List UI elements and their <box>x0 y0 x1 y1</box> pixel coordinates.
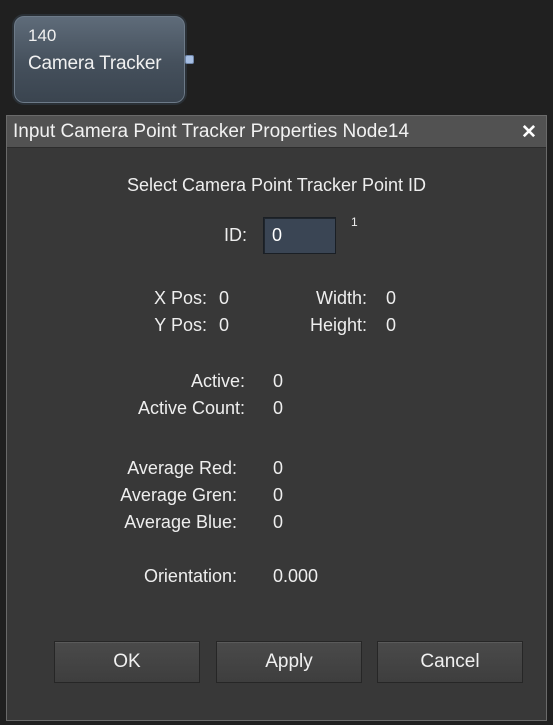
node-name: Camera Tracker <box>28 53 162 74</box>
x-pos-value: 0 <box>219 288 230 308</box>
dialog-titlebar[interactable]: Input Camera Point Tracker Properties No… <box>7 116 546 148</box>
width-value: 0 <box>386 288 397 308</box>
id-label: ID: <box>223 225 247 245</box>
orientation-value: 0.000 <box>273 566 319 586</box>
y-pos-label: Y Pos: <box>154 315 207 335</box>
id-input[interactable] <box>263 217 336 254</box>
average-blue-label: Average Blue: <box>124 512 237 532</box>
height-label: Height: <box>309 315 367 335</box>
node-number: 140 <box>28 26 57 45</box>
active-count-label: Active Count: <box>137 398 245 418</box>
active-value: 0 <box>273 371 284 391</box>
width-label: Width: <box>315 288 367 308</box>
active-label: Active: <box>190 371 245 391</box>
active-count-value: 0 <box>273 398 284 418</box>
properties-dialog: Input Camera Point Tracker Properties No… <box>6 115 547 721</box>
height-value: 0 <box>386 315 397 335</box>
ok-button[interactable]: OK <box>54 641 200 683</box>
dialog-title: Input Camera Point Tracker Properties No… <box>13 121 410 142</box>
orientation-label: Orientation: <box>143 566 237 586</box>
close-icon[interactable]: ✕ <box>518 122 540 142</box>
cancel-button[interactable]: Cancel <box>377 641 523 683</box>
average-blue-value: 0 <box>273 512 284 532</box>
node-output-port[interactable] <box>185 55 194 64</box>
average-green-value: 0 <box>273 485 284 505</box>
camera-tracker-node[interactable]: 140 Camera Tracker <box>12 14 187 105</box>
average-green-label: Average Gren: <box>120 485 237 505</box>
average-red-label: Average Red: <box>127 458 237 478</box>
x-pos-label: X Pos: <box>153 288 207 308</box>
y-pos-value: 0 <box>219 315 230 335</box>
apply-button[interactable]: Apply <box>216 641 362 683</box>
average-red-value: 0 <box>273 458 284 478</box>
id-superscript: 1 <box>351 215 358 229</box>
dialog-heading: Select Camera Point Tracker Point ID <box>126 175 427 195</box>
